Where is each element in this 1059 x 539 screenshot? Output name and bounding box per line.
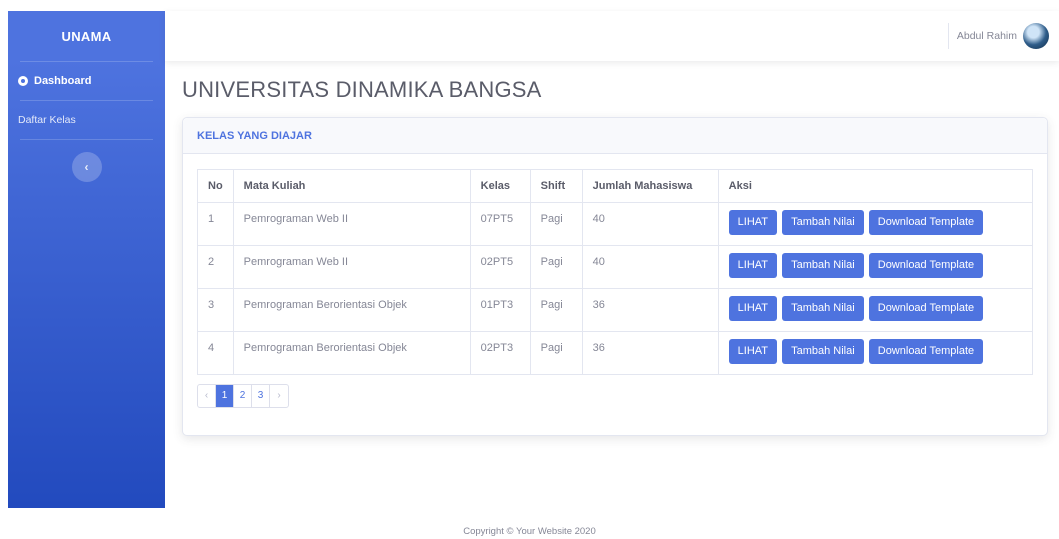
cell-shift: Pagi <box>529 245 583 289</box>
cell-mata-kuliah: Pemrograman Berorientasi Objek <box>232 288 471 332</box>
tambah-nilai-button[interactable]: Tambah Nilai <box>782 296 864 321</box>
cell-no: 2 <box>197 245 234 289</box>
cell-no: 3 <box>197 288 234 332</box>
cell-shift: Pagi <box>529 288 583 332</box>
cell-aksi: LIHAT Tambah Nilai Download Template <box>717 288 1034 332</box>
brand-logo[interactable]: UNAMA <box>8 11 165 61</box>
column-header-kelas: Kelas <box>469 169 531 203</box>
pagination-page-2[interactable]: 2 <box>234 385 252 407</box>
sidebar-item-label: Daftar Kelas <box>18 114 76 126</box>
cell-aksi: LIHAT Tambah Nilai Download Template <box>717 331 1034 375</box>
cell-kelas: 02PT5 <box>469 245 531 289</box>
lihat-button[interactable]: LIHAT <box>728 253 778 278</box>
pagination: ‹ 1 2 3 › <box>197 384 289 408</box>
column-header-aksi: Aksi <box>717 169 1034 203</box>
topbar-divider <box>948 23 949 49</box>
lihat-button[interactable]: LIHAT <box>728 339 778 364</box>
tambah-nilai-button[interactable]: Tambah Nilai <box>782 210 864 235</box>
cell-mata-kuliah: Pemrograman Berorientasi Objek <box>232 331 471 375</box>
table-header-row: No Mata Kuliah Kelas Shift Jumlah Mahasi… <box>197 169 1034 203</box>
cell-mata-kuliah: Pemrograman Web II <box>232 202 471 246</box>
cell-aksi: LIHAT Tambah Nilai Download Template <box>717 202 1034 246</box>
chevron-left-icon: ‹ <box>84 160 89 174</box>
page-title: UNIVERSITAS DINAMIKA BANGSA <box>182 77 542 102</box>
sidebar-toggle-button[interactable]: ‹ <box>71 152 102 182</box>
avatar[interactable] <box>1023 23 1049 49</box>
cell-kelas: 01PT3 <box>469 288 531 332</box>
table-row: 1 Pemrograman Web II 07PT5 Pagi 40 LIHAT… <box>197 202 1034 246</box>
classes-table: No Mata Kuliah Kelas Shift Jumlah Mahasi… <box>197 169 1034 375</box>
lihat-button[interactable]: LIHAT <box>728 296 778 321</box>
cell-mata-kuliah: Pemrograman Web II <box>232 245 471 289</box>
cell-kelas: 02PT3 <box>469 331 531 375</box>
cell-jumlah: 36 <box>581 331 719 375</box>
cell-jumlah: 40 <box>581 202 719 246</box>
column-header-mata-kuliah: Mata Kuliah <box>232 169 471 203</box>
cell-no: 1 <box>197 202 234 246</box>
classes-card: KELAS YANG DIAJAR No Mata Kuliah Kelas S… <box>182 117 1048 436</box>
pagination-next-button[interactable]: › <box>270 385 288 407</box>
table-row: 2 Pemrograman Web II 02PT5 Pagi 40 LIHAT… <box>197 245 1034 289</box>
card-title: KELAS YANG DIAJAR <box>197 129 312 142</box>
pagination-page-1[interactable]: 1 <box>216 385 234 407</box>
column-header-shift: Shift <box>529 169 583 203</box>
cell-shift: Pagi <box>529 331 583 375</box>
download-template-button[interactable]: Download Template <box>868 296 984 321</box>
sidebar-item-daftar-kelas[interactable]: Daftar Kelas <box>8 101 165 139</box>
user-menu[interactable]: Abdul Rahim <box>957 11 1049 61</box>
download-template-button[interactable]: Download Template <box>868 253 984 278</box>
sidebar-item-dashboard[interactable]: Dashboard <box>8 62 165 100</box>
pagination-prev-button[interactable]: ‹ <box>198 385 216 407</box>
sidebar-item-label: Dashboard <box>34 75 92 87</box>
cell-no: 4 <box>197 331 234 375</box>
download-template-button[interactable]: Download Template <box>868 339 984 364</box>
cell-shift: Pagi <box>529 202 583 246</box>
tambah-nilai-button[interactable]: Tambah Nilai <box>782 253 864 278</box>
table-row: 3 Pemrograman Berorientasi Objek 01PT3 P… <box>197 288 1034 332</box>
tachometer-icon <box>18 76 28 86</box>
topbar: Abdul Rahim <box>165 11 1059 61</box>
footer-copyright: Copyright © Your Website 2020 <box>463 526 596 537</box>
download-template-button[interactable]: Download Template <box>868 210 984 235</box>
column-header-jumlah-mahasiswa: Jumlah Mahasiswa <box>581 169 719 203</box>
cell-jumlah: 40 <box>581 245 719 289</box>
sidebar-divider <box>20 139 153 140</box>
cell-kelas: 07PT5 <box>469 202 531 246</box>
lihat-button[interactable]: LIHAT <box>728 210 778 235</box>
column-header-no: No <box>197 169 234 203</box>
tambah-nilai-button[interactable]: Tambah Nilai <box>782 339 864 364</box>
cell-jumlah: 36 <box>581 288 719 332</box>
pagination-page-3[interactable]: 3 <box>252 385 270 407</box>
cell-aksi: LIHAT Tambah Nilai Download Template <box>717 245 1034 289</box>
card-header: KELAS YANG DIAJAR <box>183 118 1047 154</box>
user-name[interactable]: Abdul Rahim <box>957 30 1017 42</box>
sidebar: UNAMA Dashboard Daftar Kelas ‹ <box>8 11 165 508</box>
table-row: 4 Pemrograman Berorientasi Objek 02PT3 P… <box>197 331 1034 375</box>
